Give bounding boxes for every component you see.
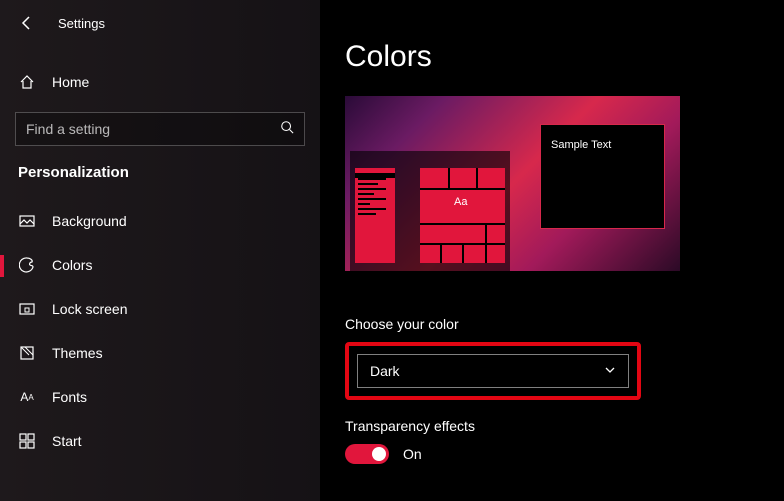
transparency-toggle[interactable] xyxy=(345,444,389,464)
dropdown-value: Dark xyxy=(370,363,400,379)
picture-icon xyxy=(18,212,36,230)
search-box[interactable] xyxy=(15,112,305,146)
sidebar-item-label: Themes xyxy=(52,345,103,361)
sidebar-item-colors[interactable]: Colors xyxy=(0,243,320,287)
sidebar-item-label: Background xyxy=(52,213,127,229)
search-icon xyxy=(280,120,294,139)
highlight-annotation: Dark xyxy=(345,342,641,400)
toggle-knob-icon xyxy=(372,447,386,461)
page-title: Colors xyxy=(345,40,754,74)
category-title: Personalization xyxy=(18,164,320,181)
lockscreen-icon xyxy=(18,300,36,318)
sidebar-item-themes[interactable]: Themes xyxy=(0,331,320,375)
sidebar-item-background[interactable]: Background xyxy=(0,199,320,243)
active-indicator xyxy=(0,255,4,277)
sidebar-item-lockscreen[interactable]: Lock screen xyxy=(0,287,320,331)
fonts-icon: AA xyxy=(18,388,36,406)
main-content: Colors Aa Sampl xyxy=(320,0,784,501)
toggle-state: On xyxy=(403,446,422,462)
palette-icon xyxy=(18,256,36,274)
transparency-label: Transparency effects xyxy=(345,418,754,434)
search-input[interactable] xyxy=(26,121,280,137)
sidebar-item-label: Fonts xyxy=(52,389,87,405)
start-icon xyxy=(18,432,36,450)
home-nav[interactable]: Home xyxy=(0,60,320,104)
window-title: Settings xyxy=(58,16,105,31)
preview-tiles: Aa xyxy=(420,168,505,263)
preview-window-text: Sample Text xyxy=(551,139,611,151)
preview-bars xyxy=(358,178,386,215)
arrow-left-icon xyxy=(19,15,35,31)
color-mode-dropdown[interactable]: Dark xyxy=(357,354,629,388)
color-preview: Aa Sample Text xyxy=(345,96,680,271)
choose-color-label: Choose your color xyxy=(345,316,754,332)
home-icon xyxy=(18,73,36,91)
settings-sidebar: Settings Home Personalization Background… xyxy=(0,0,320,501)
preview-left-panel xyxy=(355,168,395,263)
tile-grid-icon xyxy=(420,168,505,263)
sidebar-item-label: Start xyxy=(52,433,82,449)
themes-icon xyxy=(18,344,36,362)
sidebar-item-fonts[interactable]: AA Fonts xyxy=(0,375,320,419)
preview-window: Sample Text xyxy=(540,124,665,229)
home-label: Home xyxy=(52,74,89,90)
sidebar-item-start[interactable]: Start xyxy=(0,419,320,463)
sidebar-item-label: Colors xyxy=(52,257,92,273)
back-button[interactable] xyxy=(18,14,36,32)
sidebar-item-label: Lock screen xyxy=(52,301,127,317)
chevron-down-icon xyxy=(604,363,616,379)
